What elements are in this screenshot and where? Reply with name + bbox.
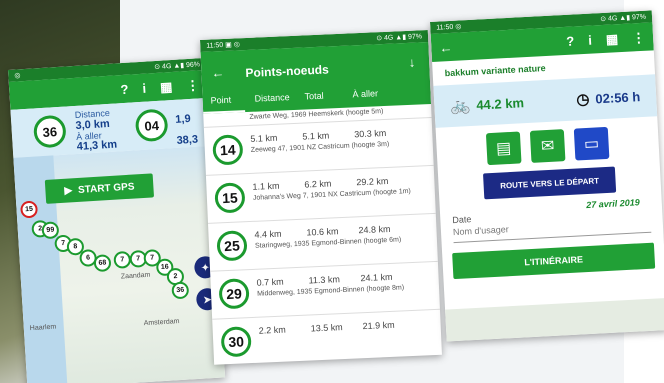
play-icon: ▶ <box>64 184 73 197</box>
status-right: ⊙ 4G ▲▮ 97% <box>376 33 423 43</box>
clock-icon: ◷ <box>575 90 590 109</box>
column-header-aller[interactable]: À aller <box>352 88 378 99</box>
start-gps-label: START GPS <box>77 181 135 196</box>
more-icon[interactable]: ⋮ <box>186 77 200 93</box>
route-distance: 🚲 44.2 km <box>450 92 525 116</box>
email-icon[interactable]: ✉ <box>529 129 566 163</box>
calendar-icon[interactable]: ▦ <box>605 31 618 47</box>
node-distance: 4.4 km <box>254 228 282 240</box>
node-aller: 24.8 km <box>358 223 391 236</box>
node-badge: 14 <box>212 134 244 166</box>
column-header-distance[interactable]: Distance <box>254 92 289 104</box>
next-node-badge: 04 <box>134 108 169 143</box>
node-distance: 2.2 km <box>258 324 286 336</box>
map-node[interactable]: 68 <box>93 254 112 273</box>
page-title: Points-noeuds <box>245 62 330 81</box>
route-to-start-button[interactable]: ROUTE VERS LE DÉPART <box>482 166 617 200</box>
help-icon[interactable]: ? <box>120 81 129 96</box>
date-label: Date <box>452 214 472 226</box>
status-left: 11:50 ◎ <box>436 23 462 32</box>
map-label: Haarlem <box>29 323 57 333</box>
map-node[interactable]: 15 <box>20 200 39 219</box>
back-arrow-icon[interactable]: ← <box>211 65 225 81</box>
distance-value: 3,0 km <box>75 117 111 132</box>
node-distance: 0.7 km <box>256 276 284 288</box>
back-arrow-icon[interactable]: ← <box>439 39 453 55</box>
column-header-point[interactable]: Point <box>210 95 231 106</box>
info-icon[interactable]: i <box>588 32 592 47</box>
node-badge: 15 <box>214 182 246 214</box>
info-icon[interactable]: i <box>142 80 147 95</box>
node-total: 5.1 km <box>302 130 330 142</box>
route-time: ◷ 02:56 h <box>575 87 641 109</box>
node-distance: 1.1 km <box>252 180 280 192</box>
map-label: Amsterdam <box>143 318 180 328</box>
route-distance-value: 44.2 km <box>475 94 525 113</box>
aller-value: 41,3 km <box>76 138 118 153</box>
table-row[interactable]: 30 2.2 km 13.5 km 21.9 km <box>212 309 442 365</box>
download-icon[interactable]: ↓ <box>408 55 415 70</box>
node-aller: 24.1 km <box>360 271 393 284</box>
node-aller: 29.2 km <box>356 175 389 188</box>
folder-icon[interactable]: ▭ <box>573 126 610 161</box>
date-value[interactable]: 27 avril 2019 <box>586 197 640 210</box>
phone-nodes-list-screen: 11:50 ▣ ◎ ⊙ 4G ▲▮ 97% ← Points-noeuds ↓ … <box>200 30 442 365</box>
map-node[interactable]: 7 <box>113 250 132 269</box>
status-left: 11:50 ▣ ◎ <box>206 41 241 50</box>
help-icon[interactable]: ? <box>566 33 575 48</box>
document-icon[interactable]: ▤ <box>485 131 522 166</box>
action-icons: ▤ ✉ ▭ <box>436 124 659 168</box>
column-header-total[interactable]: Total <box>304 91 323 102</box>
current-node-badge: 36 <box>32 114 67 149</box>
status-left: ◎ <box>14 72 21 80</box>
node-total: 6.2 km <box>304 178 332 190</box>
list-header: ← Points-noeuds ↓ Point Distance Total À… <box>200 42 432 114</box>
node-aller: 30.3 km <box>354 127 387 140</box>
node-badge: 25 <box>216 230 248 262</box>
phone-route-detail-screen: 11:50 ◎ ⊙ 4G ▲▮ 97% ← ? i ▦ ⋮ bakkum var… <box>430 10 664 342</box>
calendar-icon[interactable]: ▦ <box>160 79 173 95</box>
itinerary-button[interactable]: L'ITINÉRAIRE <box>452 242 656 280</box>
node-badge: 29 <box>218 278 250 310</box>
aller-value-2: 38,3 <box>176 133 199 147</box>
distance-value-2: 1,9 <box>174 112 191 126</box>
map-label: Zaandam <box>120 271 151 281</box>
node-badge: 30 <box>220 326 252 358</box>
bicycle-icon: 🚲 <box>450 97 471 116</box>
node-distance: 5.1 km <box>250 132 278 144</box>
map-node[interactable]: 36 <box>171 281 190 300</box>
route-time-value: 02:56 h <box>595 88 641 106</box>
status-right: ⊙ 4G ▲▮ 97% <box>600 13 647 24</box>
node-total: 11.3 km <box>308 274 341 286</box>
status-right: ⊙ 4G ▲▮ 96% <box>154 61 201 72</box>
node-total: 13.5 km <box>310 322 343 334</box>
more-icon[interactable]: ⋮ <box>632 29 646 45</box>
node-aller: 21.9 km <box>362 319 395 332</box>
node-total: 10.6 km <box>306 226 339 238</box>
phone-map-screen: ◎ ⊙ 4G ▲▮ 96% ? i ▦ ⋮ 36 Distance 3,0 km… <box>8 57 226 383</box>
